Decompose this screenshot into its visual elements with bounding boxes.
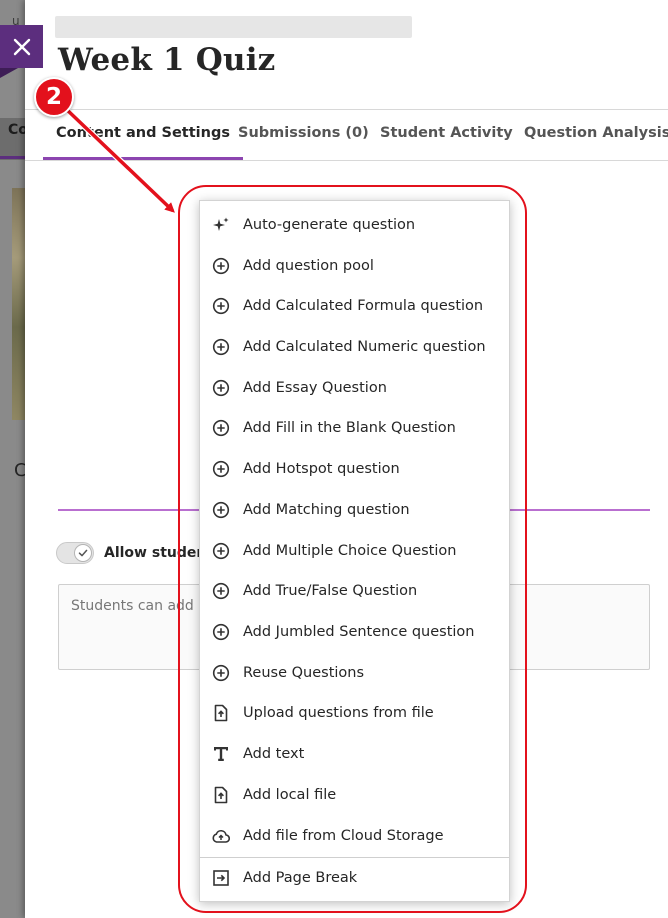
sparkle-icon [212, 216, 230, 234]
menu-item-label: Add question pool [243, 258, 374, 274]
plus-circle-icon [212, 419, 230, 437]
menu-item-auto-generate-question[interactable]: Auto-generate question [200, 205, 509, 245]
menu-item-add-question-pool[interactable]: Add question pool [200, 246, 509, 286]
page-break-icon [212, 869, 230, 887]
menu-item-upload-questions-from-file[interactable]: Upload questions from file [200, 693, 509, 733]
plus-circle-icon [212, 379, 230, 397]
plus-circle-icon [212, 501, 230, 519]
toggle-knob [74, 544, 92, 562]
plus-circle-icon [212, 338, 230, 356]
menu-item-label: Add Page Break [243, 870, 358, 886]
menu-item-label: Add Calculated Formula question [243, 298, 484, 314]
plus-circle-icon [212, 257, 230, 275]
menu-item-reuse-questions[interactable]: Reuse Questions [200, 653, 509, 693]
menu-item-add-true-false-question[interactable]: Add True/False Question [200, 571, 509, 611]
menu-item-label: Add Matching question [243, 502, 410, 518]
menu-item-add-jumbled-sentence-question[interactable]: Add Jumbled Sentence question [200, 612, 509, 652]
menu-item-add-calculated-numeric-question[interactable]: Add Calculated Numeric question [200, 327, 509, 367]
menu-item-label: Add Essay Question [243, 380, 387, 396]
plus-circle-icon [212, 297, 230, 315]
menu-item-add-file-from-cloud-storage[interactable]: Add file from Cloud Storage [200, 816, 509, 856]
plus-circle-icon [212, 664, 230, 682]
close-panel-button[interactable] [0, 25, 43, 68]
page-title: Week 1 Quiz [58, 42, 276, 78]
menu-item-add-local-file[interactable]: Add local file [200, 775, 509, 815]
menu-item-label: Auto-generate question [243, 217, 416, 233]
menu-item-add-hotspot-question[interactable]: Add Hotspot question [200, 449, 509, 489]
menu-item-label: Add text [243, 746, 305, 762]
menu-item-label: Add Hotspot question [243, 461, 400, 477]
menu-item-label: Add Fill in the Blank Question [243, 420, 456, 436]
file-upload-icon [212, 704, 230, 722]
plus-circle-icon [212, 542, 230, 560]
text-icon [212, 745, 230, 763]
breadcrumb-placeholder [55, 16, 412, 38]
cloud-upload-icon [212, 827, 230, 845]
menu-item-label: Reuse Questions [243, 665, 365, 681]
tab-submissions[interactable]: Submissions (0) [238, 110, 369, 160]
allow-students-label: Allow studen [104, 545, 207, 561]
menu-item-add-fill-in-the-blank-question[interactable]: Add Fill in the Blank Question [200, 408, 509, 448]
menu-item-label: Upload questions from file [243, 705, 434, 721]
menu-item-add-text[interactable]: Add text [200, 734, 509, 774]
menu-item-add-page-break[interactable]: Add Page Break [200, 858, 509, 898]
step-number: 2 [45, 84, 62, 110]
step-number-badge: 2 [34, 77, 74, 117]
tab-bar: Content and Settings Submissions (0) Stu… [25, 109, 668, 161]
plus-circle-icon [212, 623, 230, 641]
tab-question-analysis[interactable]: Question Analysis [524, 110, 668, 160]
textarea-placeholder: Students can add [71, 598, 194, 614]
background-course-image [12, 188, 25, 420]
menu-item-label: Add file from Cloud Storage [243, 828, 444, 844]
background-page: u Co C [0, 0, 28, 918]
menu-item-label: Add True/False Question [243, 583, 418, 599]
menu-item-label: Add Multiple Choice Question [243, 543, 457, 559]
plus-circle-icon [212, 582, 230, 600]
close-icon [13, 38, 30, 55]
menu-item-label: Add Calculated Numeric question [243, 339, 486, 355]
file-upload-icon [212, 786, 230, 804]
menu-item-add-calculated-formula-question[interactable]: Add Calculated Formula question [200, 286, 509, 326]
check-icon [78, 549, 88, 557]
menu-item-label: Add local file [243, 787, 337, 803]
menu-item-add-essay-question[interactable]: Add Essay Question [200, 368, 509, 408]
allow-students-toggle[interactable] [56, 542, 94, 564]
close-button-fold [0, 68, 18, 78]
tab-student-activity[interactable]: Student Activity [380, 110, 513, 160]
add-question-menu: Auto-generate question Add question pool… [199, 200, 510, 902]
tab-content-and-settings[interactable]: Content and Settings [43, 110, 243, 160]
plus-circle-icon [212, 460, 230, 478]
menu-item-add-multiple-choice-question[interactable]: Add Multiple Choice Question [200, 531, 509, 571]
menu-item-add-matching-question[interactable]: Add Matching question [200, 490, 509, 530]
menu-item-label: Add Jumbled Sentence question [243, 624, 475, 640]
background-nav-underline [0, 156, 25, 159]
